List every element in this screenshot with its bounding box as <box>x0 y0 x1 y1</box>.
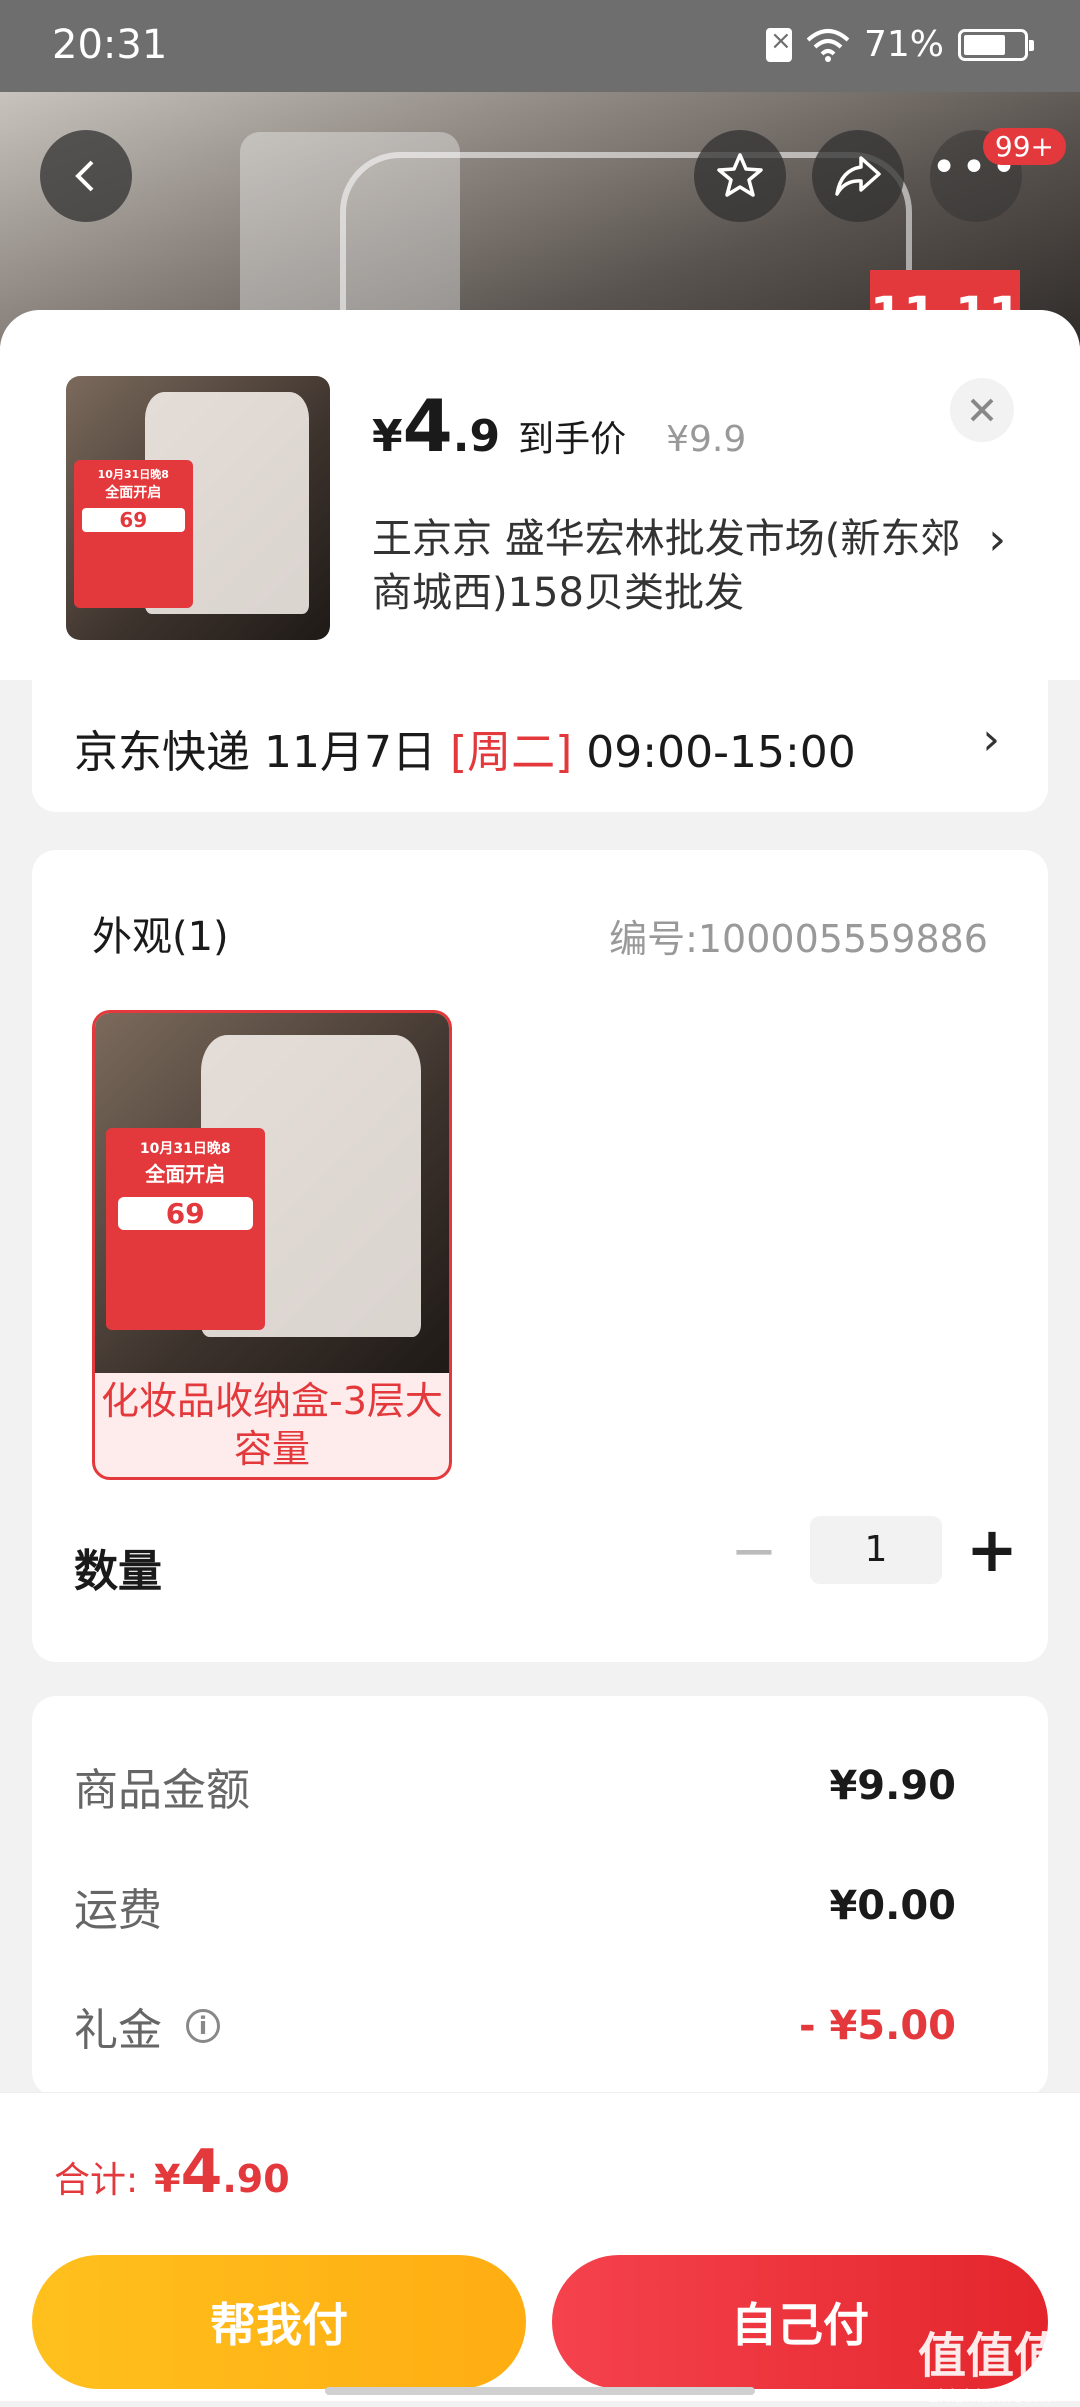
chevron-right-icon[interactable]: › <box>982 714 1000 765</box>
share-button[interactable] <box>812 130 904 222</box>
quantity-decrement-button[interactable]: − <box>724 1522 784 1582</box>
sim-icon <box>765 26 792 62</box>
variant-option[interactable]: 10月31日晚8 全面开启 69 化妆品收纳盒-3层大容量 <box>92 1010 452 1480</box>
sku-number: 编号:100005559886 <box>609 917 988 961</box>
favorite-button[interactable] <box>694 130 786 222</box>
product-image: 10月31日晚8 全面开启 69 <box>95 1013 449 1373</box>
info-icon[interactable]: i <box>186 2009 220 2043</box>
star-icon <box>717 153 763 197</box>
price-summary-card: 商品金额 ¥9.90 运费 ¥0.00 礼金 i - ¥5.00 <box>32 1696 1048 2096</box>
summary-label: 礼金 <box>74 2005 162 2056</box>
summary-label: 商品金额 <box>74 1765 250 1816</box>
status-icons: 71% <box>765 24 1034 65</box>
purchase-sheet: 10月31日晚8 全面开启 69 ¥ 4 .9 到手价 ¥9.9 王京京 盛华宏… <box>0 310 1080 2400</box>
status-bar: 20:31 71% <box>0 0 1080 92</box>
cart-count-badge: 99+ <box>982 128 1066 165</box>
close-icon <box>970 398 994 422</box>
summary-row-goods: 商品金额 ¥9.90 <box>74 1756 956 1816</box>
summary-label-wrap: 礼金 i <box>74 1994 220 2058</box>
back-button[interactable] <box>40 130 132 222</box>
promo-price: 69 <box>117 1197 253 1231</box>
price-currency: ¥ <box>372 411 403 462</box>
quantity-label: 数量 <box>74 1546 162 1597</box>
total-integer: 4 <box>180 2137 223 2207</box>
product-thumbnail: 10月31日晚8 全面开启 69 <box>66 376 330 640</box>
delivery-info: 京东快递 11月7日 [周二] 09:00-15:00 <box>74 716 856 780</box>
promo-date: 10月31日晚8 <box>97 468 169 482</box>
spec-title: 外观(1) <box>92 914 229 960</box>
promo-price: 69 <box>81 508 185 533</box>
watermark-text: 值值值 <box>917 2328 1062 2384</box>
battery-percent: 71% <box>863 24 944 65</box>
delivery-carrier: 京东快递 11月7日 <box>74 727 450 778</box>
share-icon <box>835 156 881 196</box>
total-label: 合计: <box>54 2160 139 2201</box>
help-pay-button[interactable]: 帮我付 <box>32 2255 526 2389</box>
total-decimal: .90 <box>222 2157 290 2201</box>
plus-icon: + <box>966 1513 1018 1586</box>
total-currency: ¥ <box>154 2157 181 2201</box>
delivery-card[interactable]: 京东快递 11月7日 [周二] 09:00-15:00 › <box>32 680 1048 812</box>
product-image: 10月31日晚8 全面开启 69 <box>66 376 330 640</box>
watermark: 值值值 zhizhizhi.com <box>918 2316 1062 2407</box>
price-decimal: .9 <box>452 411 501 462</box>
battery-icon <box>958 28 1034 61</box>
wifi-icon <box>806 28 850 62</box>
spec-card: 外观(1) 编号:100005559886 10月31日晚8 全面开启 69 化… <box>32 850 1048 1662</box>
quantity-increment-button[interactable]: + <box>962 1514 1022 1586</box>
sheet-header: 10月31日晚8 全面开启 69 ¥ 4 .9 到手价 ¥9.9 王京京 盛华宏… <box>0 310 1080 680</box>
promo-tag: 10月31日晚8 全面开启 69 <box>105 1128 265 1330</box>
promo-date: 10月31日晚8 <box>139 1141 231 1158</box>
summary-value: ¥0.00 <box>829 1883 956 1929</box>
battery-level <box>964 34 1005 55</box>
price-label: 到手价 <box>518 419 627 460</box>
summary-value: - ¥5.00 <box>798 2003 956 2049</box>
summary-row-shipping: 运费 ¥0.00 <box>74 1876 956 1936</box>
order-total: 合计: ¥ 4 .90 <box>54 2137 290 2207</box>
minus-icon: − <box>730 1519 778 1584</box>
promo-open: 全面开启 <box>105 485 162 502</box>
watermark-sub: zhizhizhi.com <box>929 2386 1051 2407</box>
back-icon <box>75 160 94 192</box>
quantity-input[interactable]: 1 <box>810 1516 942 1584</box>
shipping-address[interactable]: 王京京 盛华宏林批发市场(新东郊商城西)158贝类批发 <box>372 512 972 620</box>
status-time: 20:31 <box>52 22 168 68</box>
promo-open: 全面开启 <box>145 1162 226 1187</box>
summary-value: ¥9.90 <box>829 1763 956 1809</box>
variant-image: 10月31日晚8 全面开启 69 <box>95 1013 449 1373</box>
promo-tag: 10月31日晚8 全面开启 69 <box>73 460 193 609</box>
close-button[interactable] <box>950 378 1014 442</box>
product-price: ¥ 4 .9 到手价 ¥9.9 <box>372 384 746 468</box>
chevron-right-icon[interactable]: › <box>988 514 1006 565</box>
summary-label: 运费 <box>74 1885 162 1936</box>
price-integer: 4 <box>402 384 453 468</box>
original-price: ¥9.9 <box>666 419 747 460</box>
home-indicator <box>325 2387 755 2395</box>
summary-row-gift: 礼金 i - ¥5.00 <box>74 1996 956 2056</box>
variant-label: 化妆品收纳盒-3层大容量 <box>101 1379 443 1471</box>
delivery-weekday: [周二] <box>449 727 573 778</box>
delivery-window: 09:00-15:00 <box>572 727 856 778</box>
